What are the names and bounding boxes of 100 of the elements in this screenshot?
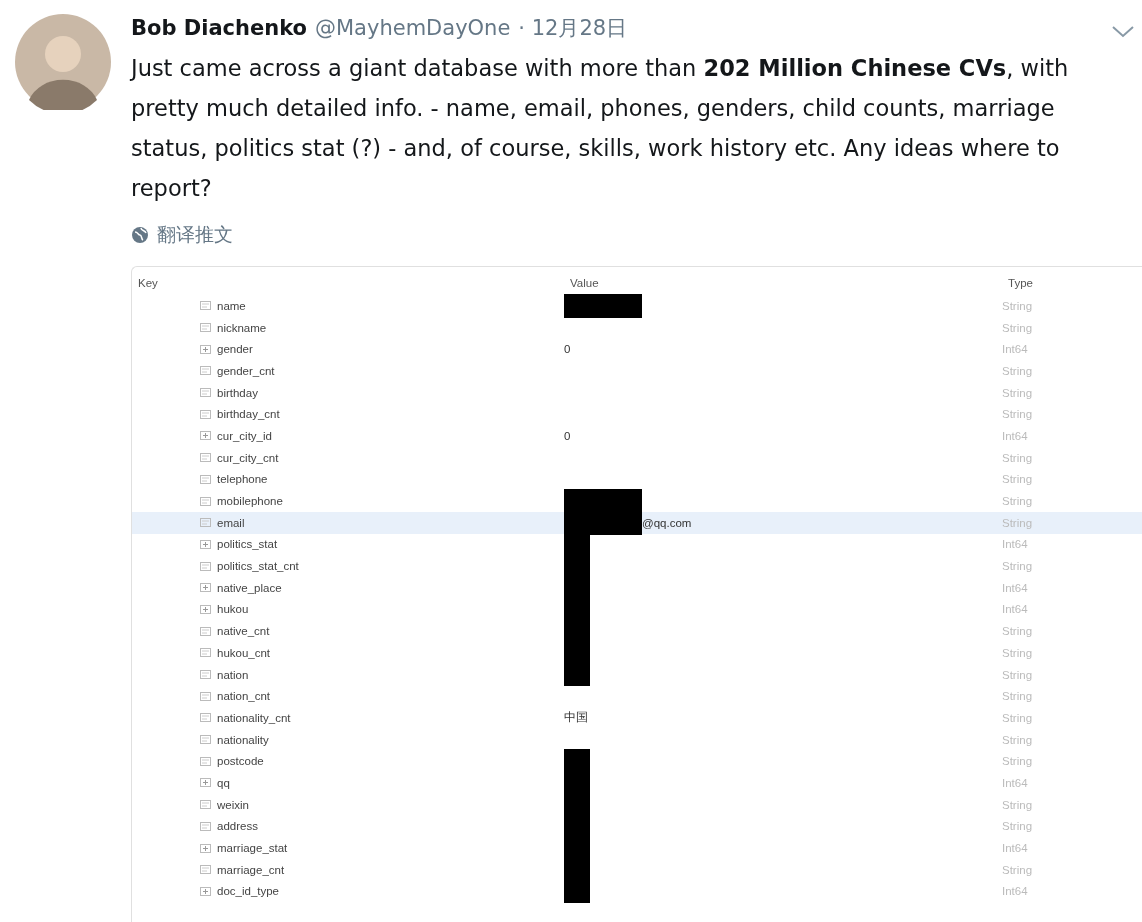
avatar[interactable] [15, 14, 111, 110]
field-key: postcode [217, 755, 264, 768]
table-row[interactable]: nationality_cnt 中国 String [132, 707, 1142, 729]
author-name[interactable]: Bob Diachenko [131, 16, 307, 40]
field-type: String [1002, 863, 1034, 876]
field-key: email [217, 516, 245, 529]
table-row[interactable]: nation_cnt String [132, 685, 1142, 708]
table-row[interactable]: politics_stat Int64 [132, 533, 1142, 556]
text-field-icon [200, 388, 211, 398]
field-type: String [1002, 820, 1034, 833]
numeric-field-icon [200, 344, 211, 354]
field-type: String [1002, 299, 1034, 312]
table-row[interactable]: gender 0 Int64 [132, 338, 1142, 361]
text-field-icon [200, 453, 211, 463]
field-key: name [217, 299, 246, 312]
table-row[interactable]: weixin String [132, 793, 1142, 816]
field-value: @qq.com [642, 516, 692, 529]
text-field-icon [200, 735, 211, 745]
tweet-date[interactable]: · 12月28日 [518, 14, 628, 42]
field-type: String [1002, 364, 1034, 377]
table-row[interactable]: doc_id_type Int64 [132, 880, 1142, 903]
globe-icon [131, 226, 149, 244]
text-field-icon [200, 713, 211, 723]
table-row[interactable]: hukou_cnt String [132, 642, 1142, 664]
field-type: String [1002, 690, 1034, 703]
field-key: weixin [217, 798, 249, 811]
table-row[interactable]: hukou Int64 [132, 598, 1142, 621]
field-type: Int64 [1002, 581, 1029, 594]
table-row[interactable]: nation String [132, 663, 1142, 686]
field-type: String [1002, 321, 1034, 334]
table-row[interactable]: address String [132, 815, 1142, 838]
translate-link[interactable]: 翻译推文 [157, 222, 233, 248]
field-type: String [1002, 646, 1034, 659]
text-field-icon [200, 865, 211, 875]
text-field-icon [200, 301, 211, 311]
field-key: marriage_cnt [217, 863, 285, 876]
field-type: Int64 [1002, 429, 1029, 442]
field-type: String [1002, 386, 1034, 399]
table-row[interactable]: telephone String [132, 468, 1142, 491]
table-row[interactable]: birthday String [132, 381, 1142, 404]
text-field-icon [200, 323, 211, 333]
text-field-icon [200, 756, 211, 766]
field-key: gender [217, 343, 253, 356]
field-key: gender_cnt [217, 364, 275, 377]
numeric-field-icon [200, 539, 211, 549]
field-key: nation_cnt [217, 690, 271, 703]
field-key: birthday_cnt [217, 408, 280, 421]
chevron-down-icon[interactable] [1110, 23, 1136, 39]
table-row[interactable]: mobilephone String [132, 490, 1142, 512]
field-type: String [1002, 798, 1034, 811]
author-handle[interactable]: @MayhemDayOne [315, 16, 511, 40]
table-row[interactable]: marriage_cnt String [132, 858, 1142, 881]
field-type: String [1002, 560, 1034, 573]
field-key: hukou [217, 603, 249, 616]
field-type: Int64 [1002, 603, 1029, 616]
field-type: Int64 [1002, 343, 1029, 356]
field-key: nationality_cnt [217, 711, 291, 724]
table-row[interactable]: cur_city_id 0 Int64 [132, 425, 1142, 447]
text-field-icon [200, 496, 211, 506]
numeric-field-icon [200, 604, 211, 614]
table-row[interactable]: email @qq.com String [132, 511, 1142, 534]
field-type: String [1002, 473, 1034, 486]
field-key: qq [217, 776, 230, 789]
field-value: 0 [564, 429, 571, 442]
field-type: Int64 [1002, 885, 1029, 898]
field-type: String [1002, 451, 1034, 464]
column-header[interactable]: Type [1002, 277, 1142, 289]
table-row[interactable]: nationality String [132, 728, 1142, 751]
numeric-field-icon [200, 886, 211, 896]
field-key: birthday [217, 386, 258, 399]
text-field-icon [200, 409, 211, 419]
table-row[interactable]: native_place Int64 [132, 576, 1142, 599]
table-row[interactable]: postcode String [132, 750, 1142, 773]
text-field-icon [200, 691, 211, 701]
text-field-icon [200, 474, 211, 484]
table-row[interactable]: native_cnt String [132, 620, 1142, 642]
numeric-field-icon [200, 431, 211, 441]
table-row[interactable]: name String [132, 295, 1142, 317]
text-field-icon [200, 561, 211, 571]
field-type: String [1002, 516, 1034, 529]
column-header[interactable]: Key [132, 277, 564, 289]
table-row[interactable]: marriage_stat Int64 [132, 837, 1142, 859]
table-row[interactable]: cur_city_cnt String [132, 446, 1142, 469]
field-value: 0 [564, 343, 571, 356]
table-row[interactable]: birthday_cnt String [132, 403, 1142, 426]
table-row[interactable]: politics_stat_cnt String [132, 555, 1142, 577]
field-key: nationality [217, 733, 269, 746]
field-key: nation [217, 668, 249, 681]
field-type: String [1002, 711, 1034, 724]
field-key: cur_city_id [217, 429, 272, 442]
column-header[interactable]: Value [564, 277, 1002, 289]
table-row[interactable]: nickname String [132, 316, 1142, 339]
field-type: String [1002, 755, 1034, 768]
table-row[interactable]: gender_cnt String [132, 360, 1142, 382]
text-field-icon [200, 366, 211, 376]
field-key: marriage_stat [217, 842, 288, 855]
table-row[interactable]: qq Int64 [132, 772, 1142, 794]
text-field-icon [200, 670, 211, 680]
field-key: address [217, 820, 258, 833]
field-type: Int64 [1002, 776, 1029, 789]
